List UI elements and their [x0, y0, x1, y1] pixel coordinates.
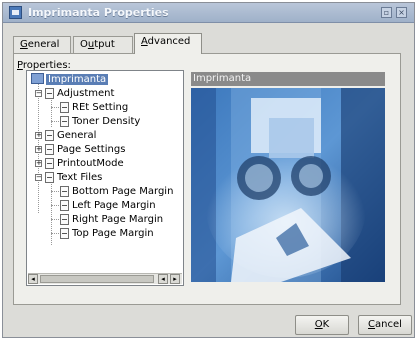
tree-item-label: Top Page Margin	[72, 228, 154, 239]
preview-title: Imprimanta	[191, 72, 385, 86]
properties-tree[interactable]: Imprimanta − Adjustment REt Setting Tone…	[26, 70, 184, 286]
printer-icon	[9, 6, 22, 19]
window-title: Imprimanta Properties	[28, 6, 169, 19]
title-bar[interactable]: Imprimanta Properties ▫ ×	[3, 3, 414, 23]
tree-item-bottom-page-margin[interactable]: Bottom Page Margin	[27, 185, 183, 199]
tree-item-general[interactable]: + General	[27, 129, 183, 143]
tree-item-top-page-margin[interactable]: Top Page Margin	[27, 227, 183, 241]
tree-item-label: Left Page Margin	[72, 200, 156, 211]
collapse-icon[interactable]: −	[35, 174, 42, 181]
tree-item-page-settings[interactable]: + Page Settings	[27, 143, 183, 157]
cancel-button[interactable]: Cancel	[358, 315, 412, 335]
tree-item-label: PrintoutMode	[57, 158, 124, 169]
setting-icon	[45, 158, 54, 169]
setting-icon	[60, 186, 69, 197]
expand-icon[interactable]: +	[35, 160, 42, 167]
setting-icon	[60, 214, 69, 225]
cancel-accel: C	[368, 319, 376, 330]
tree-item-label: General	[57, 130, 97, 141]
setting-icon	[60, 102, 69, 113]
scroll-left-icon[interactable]: ◂	[158, 274, 168, 284]
tab-general-accel: G	[20, 39, 28, 50]
scroll-right-icon[interactable]: ▸	[170, 274, 180, 284]
setting-icon	[45, 172, 54, 183]
tree-item-label: Right Page Margin	[72, 214, 164, 225]
tree-item-label: Bottom Page Margin	[72, 186, 174, 197]
tree-item-label: REt Setting	[72, 102, 129, 113]
printer-preview-image	[191, 88, 385, 282]
setting-icon	[60, 228, 69, 239]
tab-general-label: eneral	[27, 39, 60, 50]
scroll-left-icon[interactable]: ◂	[28, 274, 38, 284]
tree-item-label: Adjustment	[57, 88, 115, 99]
ok-label: K	[322, 319, 330, 330]
tree-item-label: Page Settings	[57, 144, 126, 155]
setting-icon	[60, 116, 69, 127]
horizontal-scrollbar[interactable]: ◂ ◂ ▸	[28, 273, 182, 284]
tree-item-text-files[interactable]: − Text Files	[27, 171, 183, 185]
tree-item-ret-setting[interactable]: REt Setting	[27, 101, 183, 115]
setting-icon	[45, 130, 54, 141]
tab-advanced-accel: A	[141, 36, 148, 47]
close-icon[interactable]: ×	[396, 7, 407, 18]
tree-item-label: Text Files	[57, 172, 103, 183]
tree-item-toner-density[interactable]: Toner Density	[27, 115, 183, 129]
tree-item-label: Imprimanta	[46, 74, 109, 85]
printer-illustration	[191, 88, 385, 282]
tree-item-right-page-margin[interactable]: Right Page Margin	[27, 213, 183, 227]
expand-icon[interactable]: +	[35, 146, 42, 153]
tab-output-label: tput	[94, 39, 115, 50]
tree-item-printoutmode[interactable]: + PrintoutMode	[27, 157, 183, 171]
ok-button[interactable]: OK	[295, 315, 349, 335]
tab-general[interactable]: General	[13, 36, 71, 53]
tab-advanced-label: dvanced	[147, 36, 191, 47]
collapse-icon[interactable]: −	[35, 90, 42, 97]
tab-output[interactable]: Output	[73, 36, 133, 53]
setting-icon	[45, 88, 54, 99]
window-menu-icon[interactable]: ▫	[381, 7, 392, 18]
scrollbar-thumb[interactable]	[40, 275, 154, 283]
tree-item-label: Toner Density	[72, 116, 141, 127]
tree-item-left-page-margin[interactable]: Left Page Margin	[27, 199, 183, 213]
tab-advanced[interactable]: Advanced	[134, 33, 202, 54]
expand-icon[interactable]: +	[35, 132, 42, 139]
tree-item-imprimanta[interactable]: Imprimanta	[27, 73, 183, 87]
setting-icon	[60, 200, 69, 211]
tree-item-adjustment[interactable]: − Adjustment	[27, 87, 183, 101]
printer-icon	[31, 73, 44, 84]
cancel-label: ancel	[375, 319, 402, 330]
ok-accel: O	[314, 319, 323, 330]
setting-icon	[45, 144, 54, 155]
tab-output-pre: O	[80, 39, 88, 50]
